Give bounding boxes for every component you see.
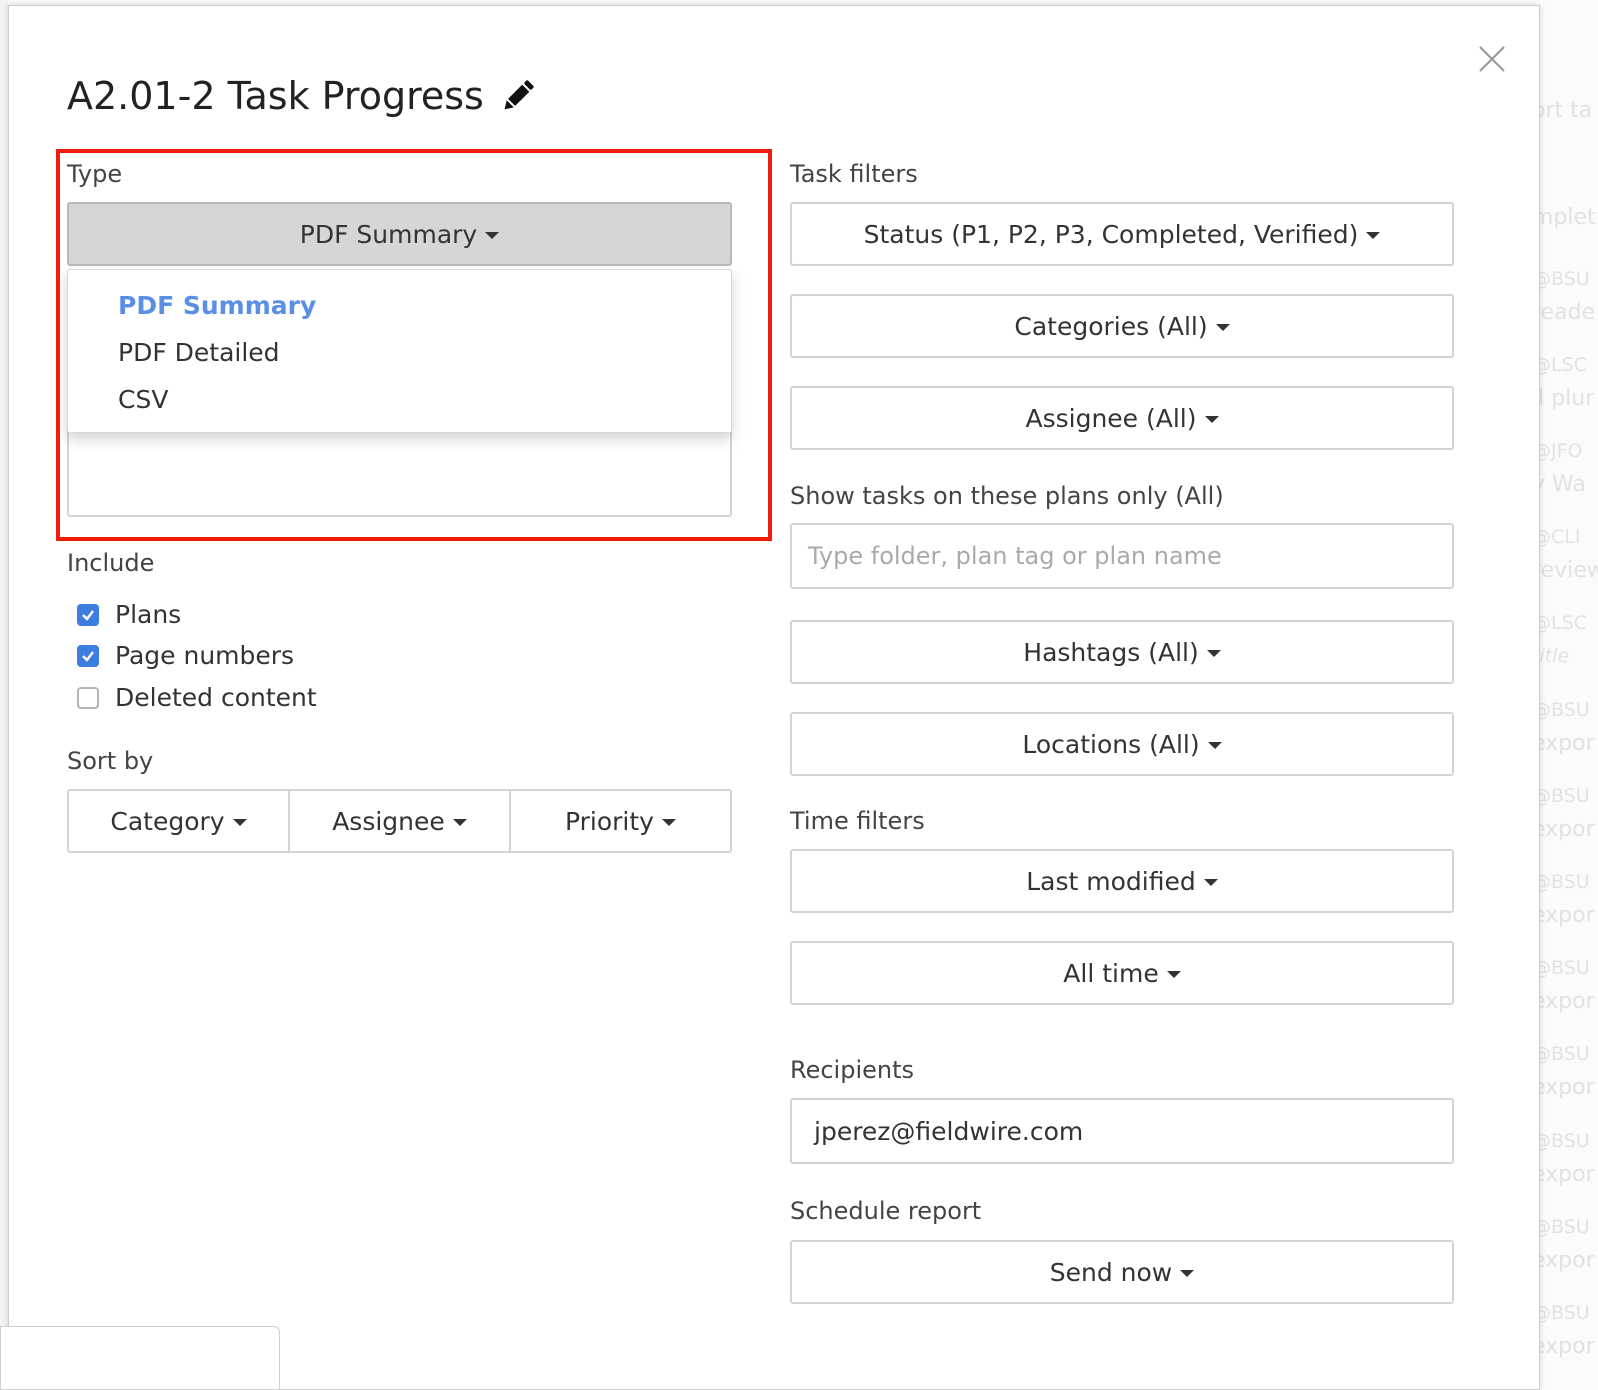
hashtags-filter-label: Hashtags (All) bbox=[1023, 637, 1199, 667]
sort-by-label: Sort by bbox=[67, 747, 154, 775]
page-numbers-checkbox-label: Page numbers bbox=[115, 641, 295, 670]
background-text: expor bbox=[1540, 731, 1595, 756]
sort-category-label: Category bbox=[110, 806, 225, 836]
sort-priority-label: Priority bbox=[565, 806, 654, 836]
background-text: expor bbox=[1540, 1248, 1595, 1273]
schedule-report-label: Schedule report bbox=[790, 1197, 982, 1225]
last-modified-button[interactable]: Last modified bbox=[790, 849, 1454, 913]
background-text: ll plur bbox=[1540, 386, 1595, 411]
background-text: @BSU bbox=[1540, 1302, 1590, 1324]
plans-checkbox[interactable] bbox=[77, 603, 99, 626]
highlight-box bbox=[56, 149, 772, 541]
background-text: expor bbox=[1540, 1334, 1595, 1359]
status-filter-button[interactable]: Status (P1, P2, P3, Completed, Verified) bbox=[790, 202, 1454, 266]
caret-down-icon bbox=[1206, 650, 1221, 657]
last-modified-label: Last modified bbox=[1026, 866, 1196, 896]
background-text: @BSU bbox=[1540, 957, 1590, 979]
locations-filter-button[interactable]: Locations (All) bbox=[790, 712, 1454, 776]
background-text: mplet bbox=[1540, 205, 1596, 230]
background-text: expor bbox=[1540, 1162, 1595, 1187]
background-page: ort ta mplet @BSU reade @LSC ll plur @JF… bbox=[1540, 0, 1598, 1390]
background-left-edge bbox=[0, 0, 8, 1390]
check-icon bbox=[82, 650, 94, 662]
background-text: @CLI bbox=[1540, 526, 1581, 548]
task-filters-label: Task filters bbox=[790, 160, 918, 188]
schedule-report-value: Send now bbox=[1049, 1257, 1173, 1287]
caret-down-icon bbox=[1166, 971, 1181, 978]
caret-down-icon bbox=[1203, 879, 1218, 886]
sort-category-button[interactable]: Category bbox=[67, 789, 290, 853]
background-text: reade bbox=[1540, 300, 1596, 325]
background-text: expor bbox=[1540, 903, 1595, 928]
plans-filter-label: Show tasks on these plans only (All) bbox=[790, 482, 1224, 510]
background-text: expor bbox=[1540, 989, 1595, 1014]
background-text: @BSU bbox=[1540, 785, 1590, 807]
plans-filter-input[interactable]: Type folder, plan tag or plan name bbox=[790, 523, 1454, 589]
sort-by-button-group: Category Assignee Priority bbox=[67, 789, 732, 853]
include-page-numbers-row: Page numbers bbox=[77, 641, 294, 670]
background-text: y Wa bbox=[1540, 472, 1586, 497]
background-text: review bbox=[1540, 558, 1598, 583]
status-filter-label: Status (P1, P2, P3, Completed, Verified) bbox=[863, 219, 1359, 249]
plans-checkbox-label: Plans bbox=[115, 600, 182, 629]
caret-down-icon bbox=[1207, 742, 1222, 749]
caret-down-icon bbox=[1180, 1270, 1195, 1277]
report-modal: A2.01-2 Task Progress Type PDF Summary P… bbox=[8, 5, 1540, 1390]
categories-filter-button[interactable]: Categories (All) bbox=[790, 294, 1454, 358]
sort-assignee-button[interactable]: Assignee bbox=[288, 789, 511, 853]
pencil-icon[interactable] bbox=[498, 76, 538, 116]
background-text: @BSU bbox=[1540, 1216, 1590, 1238]
recipients-input[interactable]: jperez@fieldwire.com bbox=[790, 1098, 1454, 1164]
background-text: @LSC bbox=[1540, 354, 1587, 376]
caret-down-icon bbox=[232, 819, 247, 826]
modal-title-text: A2.01-2 Task Progress bbox=[67, 74, 484, 118]
include-label: Include bbox=[67, 549, 155, 577]
background-text: expor bbox=[1540, 817, 1595, 842]
include-deleted-content-row: Deleted content bbox=[77, 683, 317, 712]
assignee-filter-label: Assignee (All) bbox=[1025, 403, 1197, 433]
categories-filter-label: Categories (All) bbox=[1014, 311, 1208, 341]
deleted-content-checkbox[interactable] bbox=[77, 686, 99, 709]
hashtags-filter-button[interactable]: Hashtags (All) bbox=[790, 620, 1454, 684]
caret-down-icon bbox=[661, 819, 676, 826]
background-text: ort ta bbox=[1540, 98, 1593, 123]
background-text: expor bbox=[1540, 1075, 1595, 1100]
recipients-label: Recipients bbox=[790, 1056, 915, 1084]
locations-filter-label: Locations (All) bbox=[1022, 729, 1200, 759]
close-icon[interactable] bbox=[1477, 44, 1507, 74]
check-icon bbox=[82, 609, 94, 621]
caret-down-icon bbox=[452, 819, 467, 826]
include-plans-row: Plans bbox=[77, 600, 181, 629]
background-text: @BSU bbox=[1540, 268, 1590, 290]
sort-priority-button[interactable]: Priority bbox=[509, 789, 732, 853]
assignee-filter-button[interactable]: Assignee (All) bbox=[790, 386, 1454, 450]
time-range-button[interactable]: All time bbox=[790, 941, 1454, 1005]
background-text: @BSU bbox=[1540, 699, 1590, 721]
page-numbers-checkbox[interactable] bbox=[77, 644, 99, 667]
schedule-report-button[interactable]: Send now bbox=[790, 1240, 1454, 1304]
sort-assignee-label: Assignee bbox=[332, 806, 445, 836]
background-text: @BSU bbox=[1540, 871, 1590, 893]
background-text: @BSU bbox=[1540, 1043, 1590, 1065]
caret-down-icon bbox=[1215, 324, 1230, 331]
background-text: title bbox=[1540, 645, 1570, 667]
background-text: @LSC bbox=[1540, 612, 1587, 634]
caret-down-icon bbox=[1204, 416, 1219, 423]
modal-title: A2.01-2 Task Progress bbox=[67, 74, 538, 118]
time-filters-label: Time filters bbox=[790, 807, 925, 835]
background-text: @JFO bbox=[1540, 440, 1583, 462]
time-range-label: All time bbox=[1063, 958, 1159, 988]
deleted-content-checkbox-label: Deleted content bbox=[115, 683, 317, 712]
background-bottom-panel bbox=[0, 1326, 280, 1390]
background-text: @BSU bbox=[1540, 1130, 1590, 1152]
caret-down-icon bbox=[1366, 232, 1381, 239]
